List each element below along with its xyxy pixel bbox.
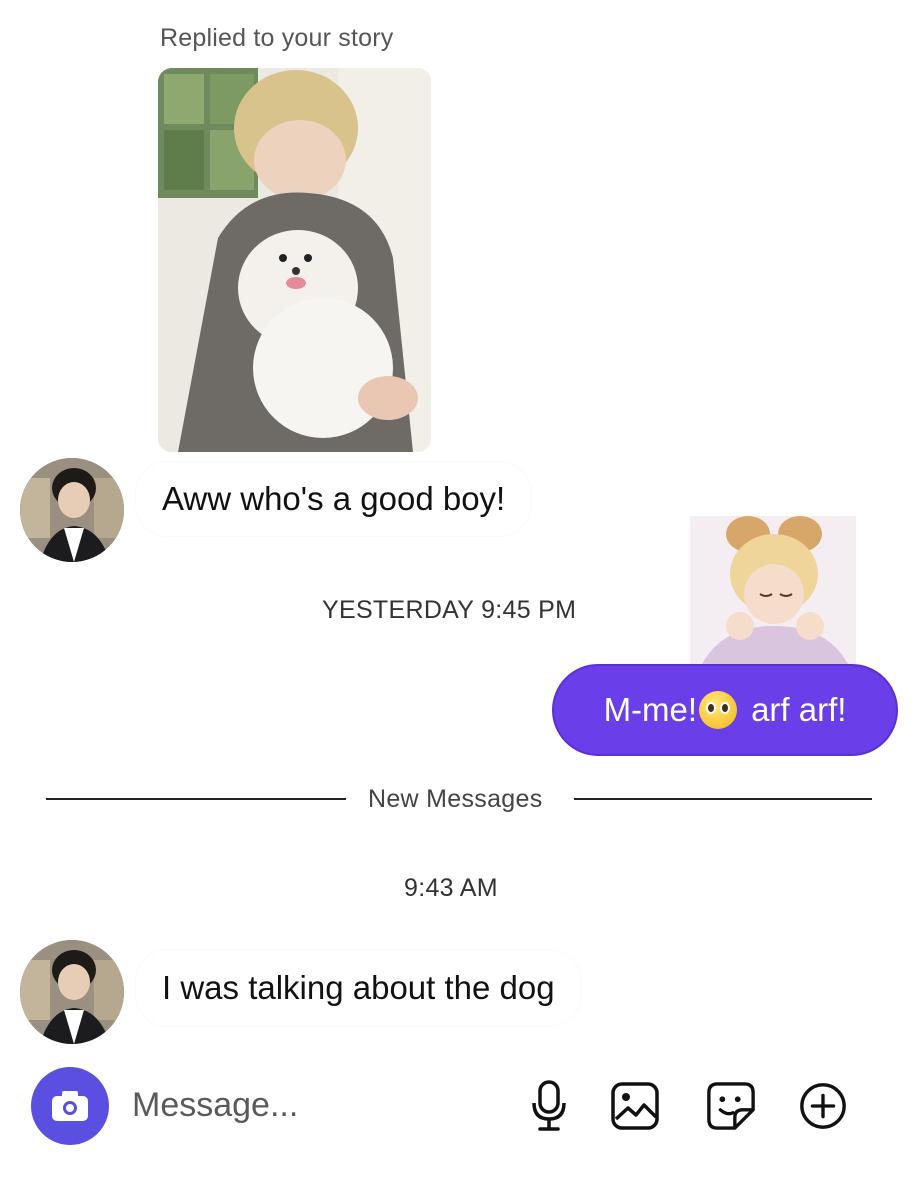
sticker-photo xyxy=(690,516,856,668)
divider-line-left xyxy=(46,798,346,800)
story-reply-label: Replied to your story xyxy=(160,24,394,52)
sender-avatar[interactable] xyxy=(20,940,124,1044)
pleading-face-emoji-icon xyxy=(699,691,738,729)
story-photo xyxy=(158,68,431,452)
avatar-photo xyxy=(20,940,124,1044)
new-messages-divider: New Messages xyxy=(368,785,543,813)
message-text: Aww who's a good boy! xyxy=(162,480,506,517)
incoming-message-bubble[interactable]: Aww who's a good boy! xyxy=(136,462,532,536)
timestamp: YESTERDAY 9:45 PM xyxy=(322,596,577,624)
camera-icon xyxy=(52,1091,88,1121)
add-icon xyxy=(800,1083,846,1129)
outgoing-message-bubble[interactable]: M-me! arf arf! xyxy=(552,664,898,756)
gallery-icon xyxy=(611,1082,659,1130)
voice-message-button[interactable] xyxy=(524,1078,574,1134)
incoming-message-bubble[interactable]: I was talking about the dog xyxy=(136,950,581,1026)
camera-button[interactable] xyxy=(31,1067,109,1145)
more-options-button[interactable] xyxy=(798,1078,848,1134)
sticker-icon xyxy=(707,1082,755,1130)
sticker-button[interactable] xyxy=(706,1078,756,1134)
avatar-photo xyxy=(20,458,124,562)
microphone-icon xyxy=(532,1080,566,1131)
message-text-part: arf arf! xyxy=(751,691,847,728)
sticker-image[interactable] xyxy=(690,516,856,668)
story-thumbnail[interactable] xyxy=(158,68,431,452)
timestamp: 9:43 AM xyxy=(404,874,498,902)
message-input[interactable] xyxy=(132,1086,432,1125)
sender-avatar[interactable] xyxy=(20,458,124,562)
divider-line-right xyxy=(574,798,872,800)
message-text: I was talking about the dog xyxy=(162,969,555,1006)
message-text-part: M-me! xyxy=(603,691,698,728)
gallery-button[interactable] xyxy=(610,1078,660,1134)
